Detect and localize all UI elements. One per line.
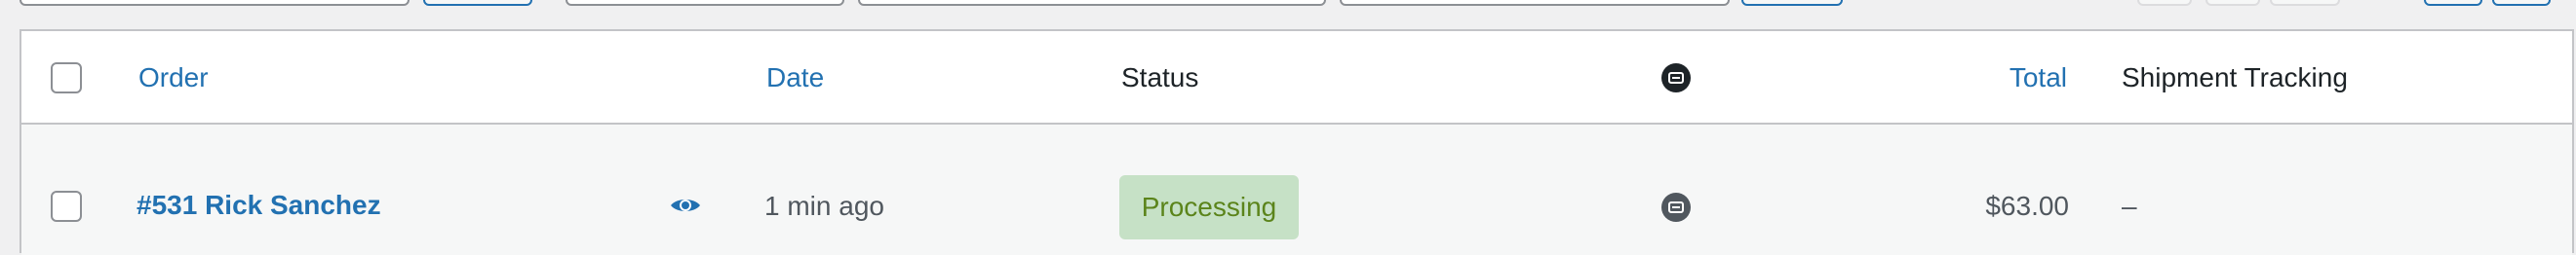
circle-action-icon — [1661, 63, 1691, 92]
column-header-status: Status — [1121, 62, 1199, 92]
column-header-total[interactable]: Total — [1971, 61, 2067, 94]
date-filter-select[interactable] — [566, 0, 844, 6]
select-all-checkbox[interactable] — [51, 62, 82, 93]
page-number-input[interactable] — [2270, 0, 2340, 6]
filter-button[interactable] — [1741, 0, 1843, 6]
row-checkbox[interactable] — [51, 191, 82, 222]
first-page-button[interactable] — [2137, 0, 2192, 6]
shipment-tracking-value: – — [2122, 191, 2137, 221]
table-toolbar — [0, 0, 2576, 12]
table-row[interactable]: #531 Rick Sanchez 1 min ago Processing $… — [21, 125, 2572, 255]
column-header-date[interactable]: Date — [766, 61, 824, 94]
order-total: $63.00 — [1985, 191, 2069, 221]
orders-table: Order Date Status Total Shipment Trackin… — [20, 29, 2574, 255]
status-badge: Processing — [1119, 175, 1299, 239]
apply-button[interactable] — [423, 0, 532, 6]
circle-action-icon[interactable] — [1661, 193, 1691, 222]
customer-filter-select[interactable] — [858, 0, 1326, 6]
eye-icon[interactable] — [669, 195, 702, 221]
status-filter-select[interactable] — [1340, 0, 1730, 6]
order-date: 1 min ago — [764, 191, 884, 221]
next-page-button[interactable] — [2424, 0, 2482, 6]
last-page-button[interactable] — [2492, 0, 2551, 6]
column-header-shipment-tracking: Shipment Tracking — [2122, 62, 2348, 92]
column-header-order[interactable]: Order — [138, 61, 209, 94]
table-header: Order Date Status Total Shipment Trackin… — [21, 31, 2572, 125]
order-link[interactable]: #531 Rick Sanchez — [137, 189, 381, 222]
prev-page-button[interactable] — [2205, 0, 2260, 6]
bulk-actions-select[interactable] — [20, 0, 410, 6]
